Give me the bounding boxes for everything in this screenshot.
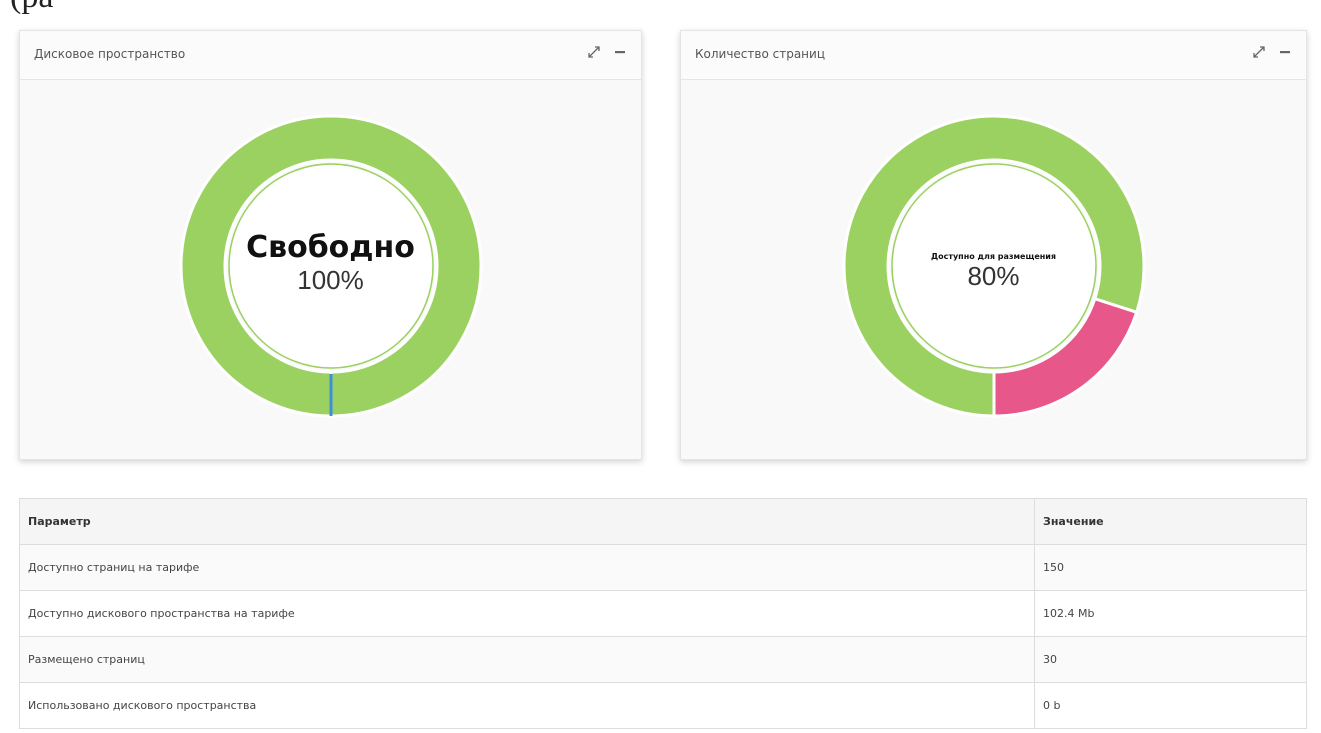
table-header-row: Параметр Значение: [20, 499, 1306, 545]
value-cell: 0 b: [1034, 682, 1306, 728]
panel-header: Количество страниц: [681, 31, 1306, 80]
value-cell: 30: [1034, 636, 1306, 683]
value-column-header[interactable]: Значение: [1034, 499, 1306, 545]
pages-center-label: Доступно для размещения: [930, 252, 1057, 261]
disk-center-label: Свободно: [246, 230, 415, 265]
disk-space-panel: Дисковое пространство Свободно 100%: [19, 30, 642, 460]
expand-icon[interactable]: [1250, 43, 1268, 61]
param-cell: Доступно страниц на тарифе: [20, 544, 1035, 591]
table-row: Доступно страниц на тарифе 150: [20, 544, 1306, 591]
panel-header: Дисковое пространство: [20, 31, 641, 80]
table-row: Размещено страниц 30: [20, 636, 1306, 683]
disk-center-value: 100%: [297, 265, 364, 295]
partial-heading: (pa: [0, 0, 220, 14]
minus-icon[interactable]: [611, 43, 629, 61]
partial-heading-text: (pa: [10, 0, 53, 14]
page-count-panel: Количество страниц Доступно для размещен…: [680, 30, 1307, 460]
table-row: Доступно дискового пространства на тариф…: [20, 590, 1306, 637]
minus-icon[interactable]: [1276, 43, 1294, 61]
panel-tools: [585, 43, 629, 61]
param-column-header[interactable]: Параметр: [20, 499, 1035, 545]
pages-center-value: 80%: [967, 261, 1020, 291]
param-cell: Доступно дискового пространства на тариф…: [20, 590, 1035, 637]
table-row: Использовано дискового пространства 0 b: [20, 682, 1306, 728]
param-cell: Использовано дискового пространства: [28, 699, 257, 712]
param-cell: Размещено страниц: [20, 636, 1035, 683]
stats-table: Параметр Значение Доступно страниц на та…: [19, 498, 1307, 729]
panel-body: Свободно 100%: [20, 80, 641, 458]
value-cell: 150: [1034, 544, 1306, 591]
panel-tools: [1250, 43, 1294, 61]
value-cell: 102.4 Mb: [1034, 590, 1306, 637]
panel-body: Доступно для размещения 80%: [681, 80, 1306, 458]
disk-center: Свободно 100%: [20, 230, 641, 296]
pages-center: Доступно для размещения 80%: [681, 252, 1306, 292]
expand-icon[interactable]: [585, 43, 603, 61]
panel-title: Дисковое пространство: [34, 47, 186, 61]
panel-title: Количество страниц: [695, 47, 825, 61]
